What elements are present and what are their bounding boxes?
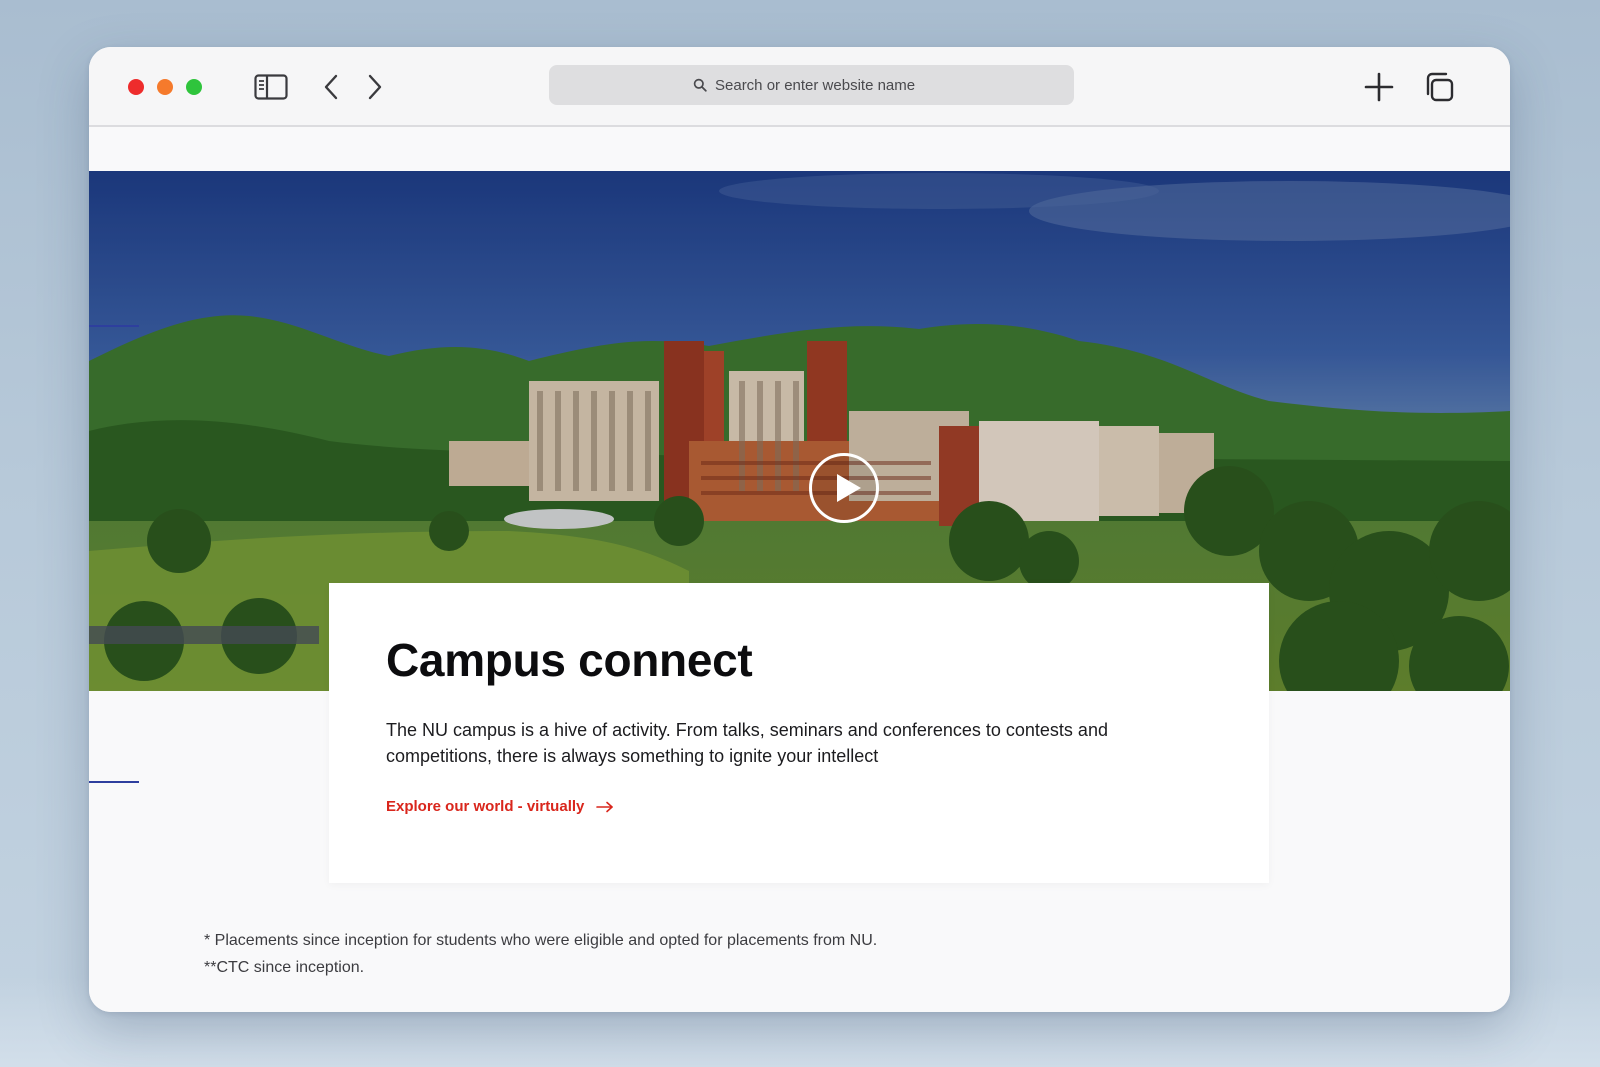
minimize-window-button[interactable] (157, 79, 173, 95)
card-title: Campus connect (386, 634, 753, 686)
sidebar-icon (254, 74, 288, 100)
card-description: The NU campus is a hive of activity. Fro… (386, 720, 1108, 766)
campus-connect-card: Campus connect The NU campus is a hive o… (329, 583, 1269, 883)
new-tab-button[interactable] (1361, 69, 1397, 105)
browser-window: Campus connect The NU campus is a hive o… (89, 47, 1510, 1012)
accent-line-top (89, 325, 139, 327)
footnote-ctc: **CTC since inception. (204, 959, 365, 976)
search-input[interactable] (715, 76, 930, 94)
footnotes: * Placements since inception for student… (204, 927, 877, 981)
play-video-button[interactable] (809, 453, 879, 523)
tabs-icon (1426, 72, 1454, 102)
browser-toolbar (89, 47, 1510, 127)
tab-overview-button[interactable] (1421, 69, 1457, 105)
sidebar-toggle-button[interactable] (253, 69, 289, 105)
plus-icon (1364, 72, 1394, 102)
chevron-right-icon (368, 74, 382, 100)
close-window-button[interactable] (128, 79, 144, 95)
address-bar[interactable] (549, 65, 1074, 105)
maximize-window-button[interactable] (186, 79, 202, 95)
page-content: Campus connect The NU campus is a hive o… (89, 127, 1510, 1012)
accent-line-bottom (89, 781, 139, 783)
explore-link-label: Explore our world - virtually (386, 798, 585, 815)
back-button[interactable] (317, 69, 345, 105)
footnote-placements: * Placements since inception for student… (204, 932, 878, 949)
explore-virtually-link[interactable]: Explore our world - virtually (386, 798, 614, 815)
forward-button[interactable] (361, 69, 389, 105)
arrow-right-icon (596, 801, 614, 812)
search-icon (693, 78, 707, 92)
chevron-left-icon (324, 74, 338, 100)
